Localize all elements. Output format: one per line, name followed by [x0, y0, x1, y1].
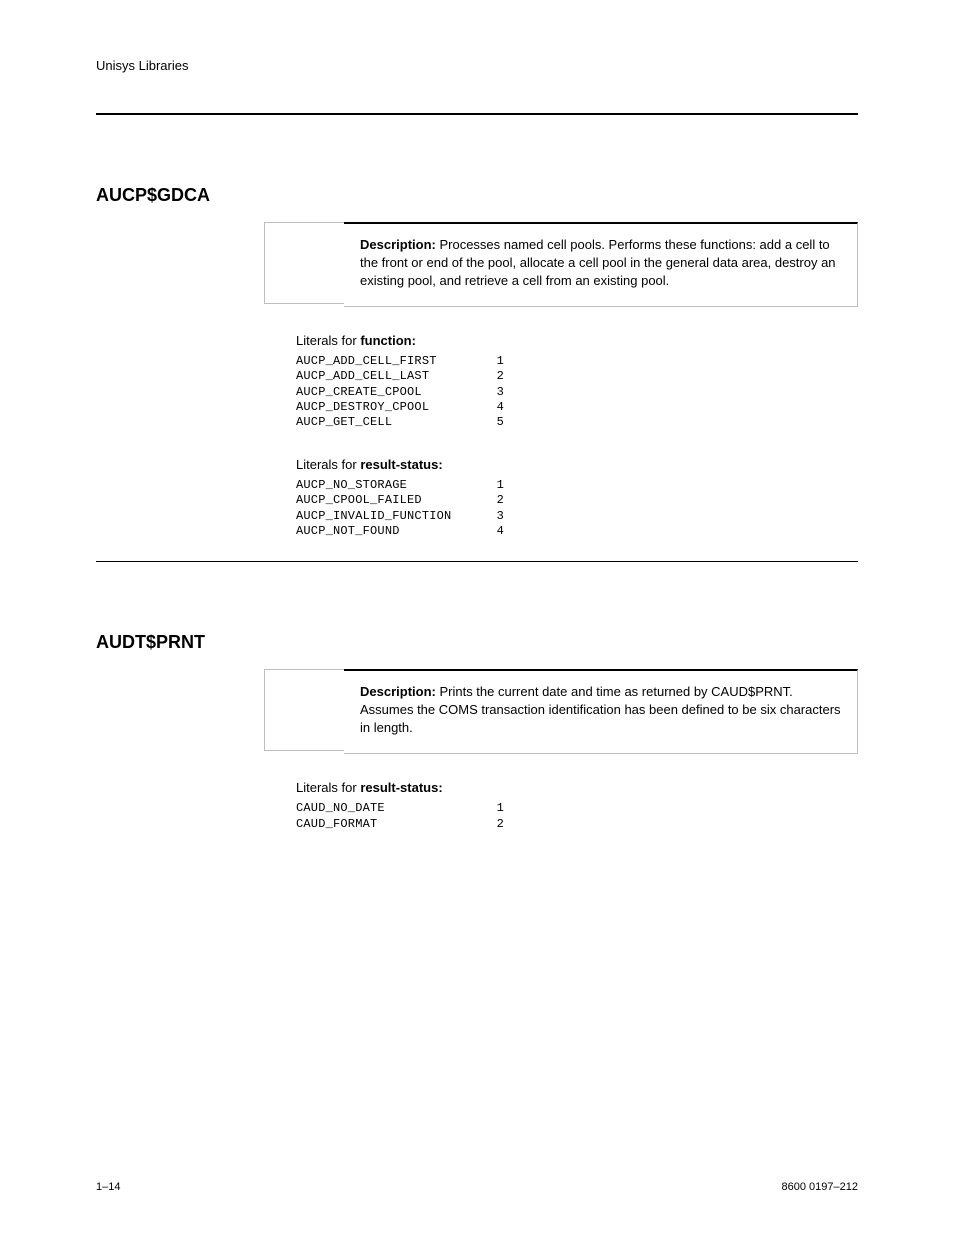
description-row: Description: Processes named cell pools.… [96, 222, 858, 307]
literals-label: Literals for [296, 457, 360, 472]
constant-row: AUCP_ADD_CELL_LAST2 [296, 369, 858, 384]
description-body: Description: Prints the current date and… [344, 669, 858, 754]
constant-value: 4 [486, 524, 504, 539]
literals-label: Literals for [296, 333, 360, 348]
constant-name: AUCP_ADD_CELL_FIRST [296, 354, 486, 369]
constant-name: AUCP_NO_STORAGE [296, 478, 486, 493]
header-title: Unisys Libraries [96, 58, 858, 73]
constant-row: AUCP_INVALID_FUNCTION3 [296, 509, 858, 524]
constants-block: CAUD_NO_DATE1 CAUD_FORMAT2 [296, 801, 858, 832]
constant-value: 3 [486, 509, 504, 524]
constant-name: AUCP_INVALID_FUNCTION [296, 509, 486, 524]
constants-block: AUCP_NO_STORAGE1 AUCP_CPOOL_FAILED2 AUCP… [296, 478, 858, 539]
description-body: Description: Processes named cell pools.… [344, 222, 858, 307]
literals-key: result-status: [360, 780, 442, 795]
footer-right: 8600 0197–212 [782, 1181, 858, 1193]
literals-heading: Literals for result-status: [296, 780, 858, 795]
constant-value: 1 [486, 354, 504, 369]
constant-row: AUCP_CPOOL_FAILED2 [296, 493, 858, 508]
constant-row: AUCP_GET_CELL5 [296, 415, 858, 430]
constant-value: 2 [486, 369, 504, 384]
literals-heading: Literals for result-status: [296, 457, 858, 472]
constant-value: 4 [486, 400, 504, 415]
section-title-audt: AUDT$PRNT [96, 632, 858, 653]
constant-value: 1 [486, 801, 504, 816]
page-footer: 1–14 8600 0197–212 [96, 1181, 858, 1193]
description-row: Description: Prints the current date and… [96, 669, 858, 754]
constant-name: AUCP_NOT_FOUND [296, 524, 486, 539]
constant-name: AUCP_CREATE_CPOOL [296, 385, 486, 400]
constant-value: 5 [486, 415, 504, 430]
section-title-aucp: AUCP$GDCA [96, 185, 858, 206]
constant-row: AUCP_NOT_FOUND4 [296, 524, 858, 539]
constant-name: AUCP_CPOOL_FAILED [296, 493, 486, 508]
description-lead: Description: [360, 237, 439, 252]
literals-key: function: [360, 333, 416, 348]
constant-row: CAUD_FORMAT2 [296, 817, 858, 832]
constant-name: AUCP_GET_CELL [296, 415, 486, 430]
constant-row: AUCP_NO_STORAGE1 [296, 478, 858, 493]
literals-label: Literals for [296, 780, 360, 795]
constant-row: AUCP_ADD_CELL_FIRST1 [296, 354, 858, 369]
description-lead: Description: [360, 684, 439, 699]
description-tab-shape [264, 669, 344, 751]
constant-name: CAUD_NO_DATE [296, 801, 486, 816]
constant-name: CAUD_FORMAT [296, 817, 486, 832]
constant-row: AUCP_CREATE_CPOOL3 [296, 385, 858, 400]
constant-name: AUCP_DESTROY_CPOOL [296, 400, 486, 415]
constant-row: CAUD_NO_DATE1 [296, 801, 858, 816]
constant-name: AUCP_ADD_CELL_LAST [296, 369, 486, 384]
constant-value: 2 [486, 493, 504, 508]
constant-row: AUCP_DESTROY_CPOOL4 [296, 400, 858, 415]
constant-value: 3 [486, 385, 504, 400]
description-tab-shape [264, 222, 344, 304]
constant-value: 2 [486, 817, 504, 832]
footer-left: 1–14 [96, 1181, 120, 1193]
literals-heading: Literals for function: [296, 333, 858, 348]
constants-block: AUCP_ADD_CELL_FIRST1 AUCP_ADD_CELL_LAST2… [296, 354, 858, 431]
header-rule [96, 113, 858, 115]
literals-key: result-status: [360, 457, 442, 472]
constant-value: 1 [486, 478, 504, 493]
section-end-rule [96, 561, 858, 562]
